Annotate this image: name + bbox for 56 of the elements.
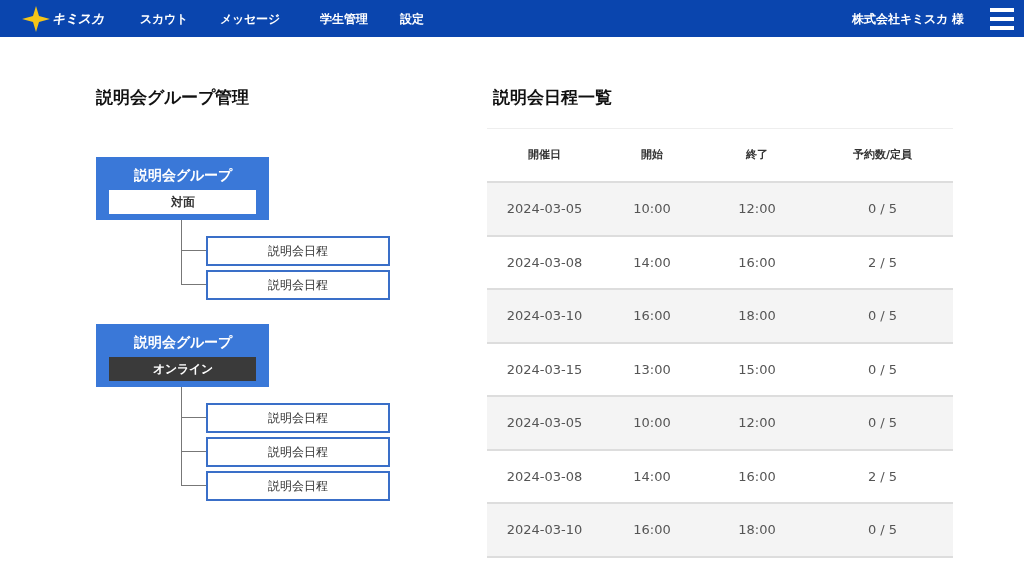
table-cell-text: 12:00 [737,414,777,432]
group-label: 説明会グループ [133,332,232,352]
table-cell-text: 2024-03-10 [505,307,584,325]
connector-line [181,265,206,285]
column-header: 予約数/定員 [852,146,913,163]
company-name: 株式会社キミスカ 様 [851,10,964,28]
table-cell-text: 16:00 [632,307,672,325]
schedule-item[interactable]: 説明会日程 [206,269,390,300]
table-cell-text: 16:00 [737,467,777,486]
menu-icon[interactable] [990,7,1014,30]
table-cell-text: 2024-03-10 [505,521,584,539]
table-cell-text: 12:00 [737,200,777,218]
table-cell-text: 15:00 [737,360,777,379]
table-cell-text: 2 / 5 [866,467,899,486]
table-cell-text: 0 / 5 [866,521,899,539]
table-cell-text: 16:00 [632,521,672,539]
table-cell-text: 13:00 [632,360,672,379]
table-cell-text: 18:00 [737,521,777,539]
table-cell-text: 18:00 [737,307,777,325]
connector-line [181,466,206,486]
nav-link[interactable]: 設定 [400,9,424,28]
table-cell-text: 16:00 [737,253,777,272]
section-title: 説明会グループ管理 [96,86,250,109]
schedule-item[interactable]: 説明会日程 [206,402,390,433]
column-header: 終了 [744,146,769,163]
group-card[interactable]: 説明会グループ 対面 [96,156,269,220]
table-cell-text: 0 / 5 [866,360,899,379]
column-header: 開始 [640,146,664,163]
nav-link[interactable]: メッセージ [220,9,280,28]
group-tag: 対面 [109,189,256,214]
table-cell-text: 0 / 5 [866,307,899,325]
group-label: 説明会グループ [133,165,232,185]
table-cell-text: 2024-03-08 [505,467,584,486]
schedule-item[interactable]: 説明会日程 [206,235,390,266]
star-logo-icon [22,5,50,32]
table-cell-text: 0 / 5 [866,414,899,432]
logo-text: キミスカ [52,9,104,28]
connector-line [181,432,206,452]
section-title: 説明会日程一覧 [492,86,613,109]
group-card[interactable]: 説明会グループ オンライン [96,323,269,387]
table-cell-text: 0 / 5 [866,200,899,218]
nav-link[interactable]: 学生管理 [320,9,368,28]
nav-link[interactable]: スカウト [140,9,188,28]
table-cell-text: 2024-03-08 [505,253,584,272]
schedule-item[interactable]: 説明会日程 [206,436,390,467]
table-cell-text: 2024-03-05 [505,200,584,218]
table-cell-text: 2 / 5 [866,253,899,272]
table-cell-text: 2024-03-05 [505,414,584,432]
column-header: 開催日 [527,146,562,163]
table-cell-text: 14:00 [632,253,672,272]
table-cell-text: 10:00 [632,200,672,218]
table-cell-text: 2024-03-15 [505,360,584,379]
group-tag: オンライン [109,356,256,381]
table-cell-text: 10:00 [632,414,672,432]
table-cell-text: 14:00 [632,467,672,486]
schedule-item[interactable]: 説明会日程 [206,470,390,501]
